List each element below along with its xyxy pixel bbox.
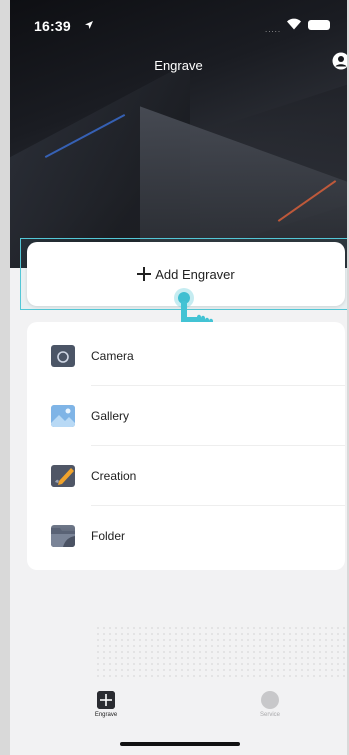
- camera-icon: [51, 345, 75, 367]
- menu-item-label: Gallery: [91, 409, 130, 423]
- status-time: 16:39: [34, 18, 71, 34]
- folder-icon: [51, 525, 75, 547]
- menu-item-creation[interactable]: Creation: [27, 446, 345, 506]
- tab-label: Engrave: [94, 712, 118, 718]
- wifi-icon: [287, 18, 301, 30]
- tab-engrave[interactable]: Engrave: [66, 691, 146, 718]
- home-indicator[interactable]: [120, 742, 240, 746]
- cellular-signal-icon: .....: [265, 25, 282, 34]
- menu-item-folder[interactable]: Folder: [27, 506, 345, 566]
- app-screen: 16:39 ..... Engrave Add Engraver Camera …: [10, 0, 347, 755]
- add-engraver-label: Add Engraver: [155, 266, 235, 282]
- add-engraver-content: Add Engraver: [137, 267, 235, 282]
- profile-icon[interactable]: [332, 52, 347, 70]
- tab-label: Service: [259, 712, 280, 718]
- service-icon: [261, 691, 279, 709]
- header-hero: 16:39 ..... Engrave: [10, 0, 347, 268]
- phone-frame: 16:39 ..... Engrave Add Engraver Camera …: [0, 0, 349, 755]
- decorative-dot-pattern: [95, 625, 347, 680]
- engrave-icon: [97, 691, 115, 709]
- menu-item-camera[interactable]: Camera: [27, 326, 345, 386]
- status-bar: 16:39 .....: [10, 0, 347, 50]
- plus-icon: [137, 267, 152, 281]
- menu-item-label: Camera: [91, 349, 134, 363]
- location-arrow-icon: [85, 21, 93, 29]
- battery-icon: [308, 20, 330, 30]
- page-title: Engrave: [154, 58, 203, 73]
- action-menu: Camera Gallery Creation Folder: [27, 322, 345, 570]
- menu-item-label: Folder: [91, 529, 126, 543]
- menu-item-gallery[interactable]: Gallery: [27, 386, 345, 446]
- gallery-icon: [51, 405, 75, 427]
- tab-service[interactable]: Service: [230, 691, 310, 718]
- menu-item-label: Creation: [91, 469, 137, 483]
- creation-icon: [51, 465, 75, 487]
